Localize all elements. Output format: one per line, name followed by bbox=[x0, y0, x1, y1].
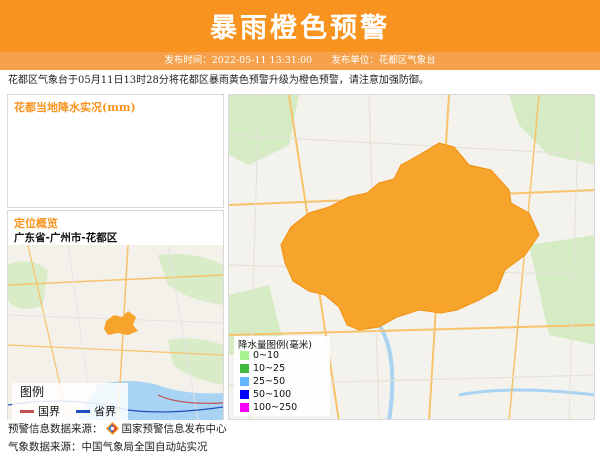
rainfall-legend-item: 10~25 bbox=[240, 363, 285, 374]
location-region: 广东省-广州市-花都区 bbox=[14, 232, 118, 244]
rainfall-legend-item: 100~250 bbox=[240, 402, 297, 413]
rainfall-legend-title: 降水量图例(毫米) bbox=[238, 340, 312, 351]
legend-national-border-label: 国界 bbox=[38, 405, 60, 418]
rainfall-panel: 花都当地降水实况(mm) bbox=[7, 94, 224, 208]
rainfall-legend-item: 25~50 bbox=[240, 376, 285, 387]
location-panel: 定位概览 广东省-广州市-花都区 图例 国界 省界 bbox=[7, 210, 224, 420]
legend-provincial-border-label: 省界 bbox=[94, 405, 116, 418]
weather-source: 气象数据来源：中国气象局全国自动站实况 bbox=[8, 441, 208, 453]
rainfall-legend-item: 50~100 bbox=[240, 389, 291, 400]
warning-summary: 花都区气象台于05月11日13时28分将花都区暴雨黄色预警升级为橙色预警，请注意… bbox=[8, 75, 429, 86]
legend-provincial-border: 省界 bbox=[76, 403, 116, 419]
location-panel-title: 定位概览 bbox=[14, 217, 58, 230]
rainfall-range-label: 0~10 bbox=[253, 350, 280, 361]
rainfall-swatch bbox=[240, 364, 249, 373]
warning-banner: 暴雨橙色预警 bbox=[0, 0, 600, 52]
rainfall-swatch bbox=[240, 351, 249, 360]
rainfall-legend: 降水量图例(毫米) 0~10 10~25 25~50 50~100 100~25… bbox=[234, 336, 330, 416]
alert-source-label: 预警信息数据来源： bbox=[8, 423, 103, 435]
alert-center-logo-icon bbox=[105, 422, 119, 435]
rainfall-range-label: 50~100 bbox=[253, 389, 292, 400]
rainfall-panel-title: 花都当地降水实况(mm) bbox=[14, 101, 136, 114]
rainfall-swatch bbox=[240, 403, 249, 412]
warning-title: 暴雨橙色预警 bbox=[210, 13, 390, 44]
rainfall-range-label: 10~25 bbox=[253, 363, 286, 374]
rainfall-range-label: 25~50 bbox=[253, 376, 286, 387]
rainfall-swatch bbox=[240, 390, 249, 399]
rainfall-range-label: 100~250 bbox=[253, 402, 298, 413]
national-border-swatch bbox=[20, 409, 34, 413]
publisher: 发布单位：花都区气象台 bbox=[331, 55, 436, 66]
rainfall-swatch bbox=[240, 377, 249, 386]
rainfall-legend-item: 0~10 bbox=[240, 350, 279, 361]
overview-legend-title: 图例 bbox=[20, 385, 45, 399]
warning-meta: 发布时间：2022-05-11 13:31:00 发布单位：花都区气象台 bbox=[0, 52, 600, 70]
publish-time: 发布时间：2022-05-11 13:31:00 bbox=[164, 55, 313, 66]
legend-national-border: 国界 bbox=[20, 403, 60, 419]
overview-map[interactable]: 图例 国界 省界 bbox=[8, 245, 223, 420]
overview-legend: 图例 国界 省界 bbox=[12, 383, 128, 420]
provincial-border-swatch bbox=[76, 409, 90, 413]
warning-area-map[interactable]: 降水量图例(毫米) 0~10 10~25 25~50 50~100 100~25… bbox=[228, 94, 595, 420]
alert-source: 预警信息数据来源： 国家预警信息发布中心 bbox=[8, 421, 227, 436]
alert-center-link[interactable]: 国家预警信息发布中心 bbox=[122, 421, 227, 436]
